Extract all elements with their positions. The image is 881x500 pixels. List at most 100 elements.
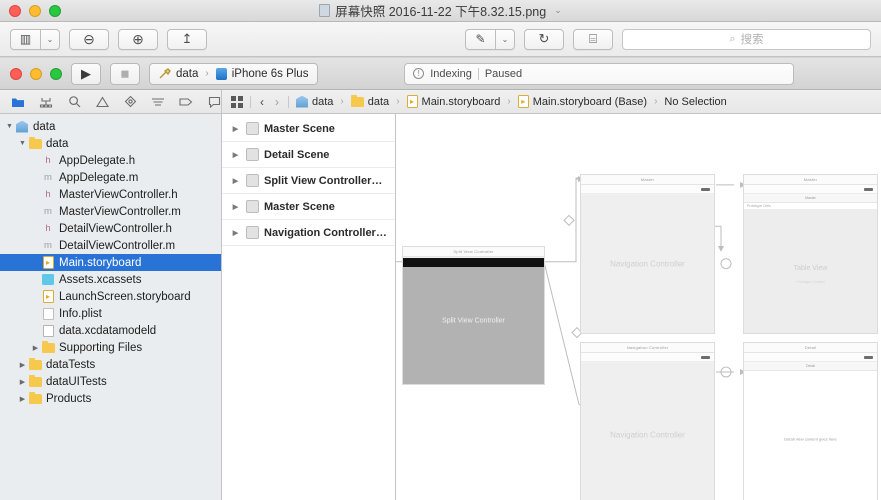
navigator-file-row[interactable]: ▶ Assets.xcassets	[0, 271, 221, 288]
rotate-button[interactable]: ↻	[524, 28, 564, 50]
navigator-file-row[interactable]: ▶ h MasterViewController.h	[0, 186, 221, 203]
disclosure-triangle-icon[interactable]: ▶	[30, 208, 41, 216]
sidebar-options-button[interactable]: ⌄	[40, 28, 60, 50]
navigator-file-row[interactable]: ▶ data.xcdatamodeld	[0, 322, 221, 339]
disclosure-triangle-icon[interactable]: ▶	[30, 276, 41, 284]
zoom-in-button[interactable]: ⊕	[118, 28, 158, 50]
disclosure-triangle-icon[interactable]: ▶	[30, 344, 41, 352]
disclosure-triangle-icon[interactable]: ▶	[230, 151, 241, 159]
disclosure-triangle-icon[interactable]: ▶	[30, 327, 41, 335]
disclosure-triangle-icon[interactable]: ▶	[30, 242, 41, 250]
outline-scene-row[interactable]: ▶ Master Scene	[222, 194, 395, 220]
disclosure-triangle-icon[interactable]: ▼	[17, 140, 28, 147]
disclosure-triangle-icon[interactable]: ▶	[17, 361, 28, 369]
close-button[interactable]	[9, 4, 21, 17]
markup-toolkit-button[interactable]: ⌸	[573, 28, 613, 50]
navigator-file-row[interactable]: ▶▸ Main.storyboard	[0, 254, 221, 271]
debug-navigator-tab[interactable]	[151, 94, 165, 109]
outline-scene-label: Detail Scene	[264, 148, 330, 161]
navigator-file-label: AppDelegate.m	[59, 171, 139, 184]
storyboard-canvas[interactable]: Split View Controller Split View Control…	[396, 114, 881, 500]
detail-scene[interactable]: Detail Detail Detail view content goes h…	[743, 342, 878, 500]
breadcrumb-item-folder[interactable]: data	[350, 94, 390, 108]
navigator-file-row[interactable]: ▼ data	[0, 118, 221, 135]
navigator-file-row[interactable]: ▶ Supporting Files	[0, 339, 221, 356]
navigator-file-row[interactable]: ▶▸ LaunchScreen.storyboard	[0, 288, 221, 305]
disclosure-triangle-icon[interactable]: ▶	[17, 395, 28, 403]
breadcrumb-separator: ›	[654, 96, 658, 107]
navigator-file-row[interactable]: ▼ data	[0, 135, 221, 152]
issue-navigator-tab[interactable]	[95, 94, 109, 109]
breadcrumb-item-storyboard[interactable]: ▸ Main.storyboard	[406, 95, 500, 108]
symbol-navigator-tab[interactable]	[67, 94, 81, 109]
sidebar-toggle-button[interactable]: ▥	[10, 28, 40, 50]
outline-scene-row[interactable]: ▶ Detail Scene	[222, 142, 395, 168]
navigator-file-row[interactable]: ▶ h DetailViewController.h	[0, 220, 221, 237]
toolbox-icon: ⌸	[589, 31, 597, 46]
navigator-file-label: MasterViewController.m	[59, 205, 181, 218]
maximize-button[interactable]	[49, 4, 61, 17]
forward-button[interactable]: ›	[273, 95, 281, 109]
back-button[interactable]: ‹	[258, 95, 266, 109]
test-navigator-tab[interactable]	[123, 94, 137, 109]
disclosure-triangle-icon[interactable]: ▶	[30, 259, 41, 267]
navigator-file-row[interactable]: ▶m AppDelegate.m	[0, 169, 221, 186]
markup-button[interactable]: ✎	[465, 28, 495, 50]
preview-search-field[interactable]: ⌕ 搜索	[622, 28, 871, 50]
project-navigator[interactable]: ▼data▼data▶hAppDelegate.h▶mAppDelegate.m…	[0, 114, 222, 500]
related-items-icon[interactable]	[230, 95, 243, 108]
stop-button[interactable]: ◼	[110, 62, 140, 85]
folder-icon	[28, 391, 42, 404]
header-file-icon: h	[45, 223, 51, 234]
device-icon	[215, 67, 227, 80]
disclosure-triangle-icon[interactable]: ▶	[230, 125, 241, 133]
share-button[interactable]: ↥	[167, 28, 207, 50]
outline-scene-row[interactable]: ▶ Master Scene	[222, 116, 395, 142]
disclosure-triangle-icon[interactable]: ▶	[30, 157, 41, 165]
document-outline[interactable]: ▶ Master Scene ▶ Detail Scene ▶ Split View Co…	[222, 114, 396, 500]
outline-scene-row[interactable]: ▶ Navigation Controller…	[222, 220, 395, 246]
disclosure-triangle-icon[interactable]: ▶	[30, 191, 41, 199]
disclosure-triangle-icon[interactable]: ▶	[17, 378, 28, 386]
navigator-file-row[interactable]: ▶m MasterViewController.m	[0, 203, 221, 220]
navigator-file-row[interactable]: ▶ dataTests	[0, 356, 221, 373]
breadcrumb-item-selection[interactable]: No Selection	[664, 96, 726, 108]
xcode-maximize-button[interactable]	[50, 67, 62, 80]
disclosure-triangle-icon[interactable]: ▶	[30, 174, 41, 182]
breakpoint-navigator-tab[interactable]	[179, 94, 193, 109]
project-navigator-tab[interactable]	[11, 94, 25, 109]
scene-title: Master	[581, 175, 714, 185]
report-navigator-tab[interactable]	[207, 94, 221, 109]
minimize-button[interactable]	[29, 4, 41, 17]
split-view-controller-scene[interactable]: Split View Controller Split View Control…	[402, 246, 545, 385]
zoom-out-button[interactable]: ⊖	[69, 28, 109, 50]
markup-options-button[interactable]: ⌄	[495, 28, 515, 50]
navigator-file-row[interactable]: ▶ Info.plist	[0, 305, 221, 322]
scheme-selector[interactable]: data › iPhone 6s Plus	[149, 62, 319, 85]
disclosure-triangle-icon[interactable]: ▶	[230, 177, 241, 185]
breadcrumb-item-project[interactable]: data	[296, 95, 333, 108]
source-control-navigator-tab[interactable]	[39, 94, 53, 109]
implementation-file-icon: m	[44, 240, 52, 251]
breadcrumb-label: data	[367, 95, 390, 108]
navigator-file-row[interactable]: ▶ h AppDelegate.h	[0, 152, 221, 169]
run-button[interactable]: ▶	[71, 62, 101, 85]
outline-scene-row[interactable]: ▶ Split View Controller…	[222, 168, 395, 194]
disclosure-triangle-icon[interactable]: ▶	[30, 225, 41, 233]
disclosure-triangle-icon[interactable]: ▶	[30, 293, 41, 301]
navigation-controller-scene-bottom[interactable]: Navigation Controller Navigation Control…	[580, 342, 715, 500]
navigator-file-row[interactable]: ▶ Products	[0, 390, 221, 407]
navigation-controller-scene-top[interactable]: Master Navigation Controller	[580, 174, 715, 334]
xcode-minimize-button[interactable]	[30, 67, 42, 80]
disclosure-triangle-icon[interactable]: ▼	[4, 123, 15, 130]
xcode-close-button[interactable]	[10, 67, 22, 80]
disclosure-triangle-icon[interactable]: ▶	[30, 310, 41, 318]
disclosure-triangle-icon[interactable]: ▶	[230, 229, 241, 237]
navigator-tab-bar	[0, 90, 222, 113]
master-scene[interactable]: Master Master Prototype Cells Title Tabl…	[743, 174, 878, 334]
chevron-down-icon[interactable]: ⌄	[554, 5, 562, 16]
navigator-file-row[interactable]: ▶m DetailViewController.m	[0, 237, 221, 254]
breadcrumb-item-storyboard-base[interactable]: ▸ Main.storyboard (Base)	[517, 95, 647, 108]
navigator-file-row[interactable]: ▶ dataUITests	[0, 373, 221, 390]
disclosure-triangle-icon[interactable]: ▶	[230, 203, 241, 211]
